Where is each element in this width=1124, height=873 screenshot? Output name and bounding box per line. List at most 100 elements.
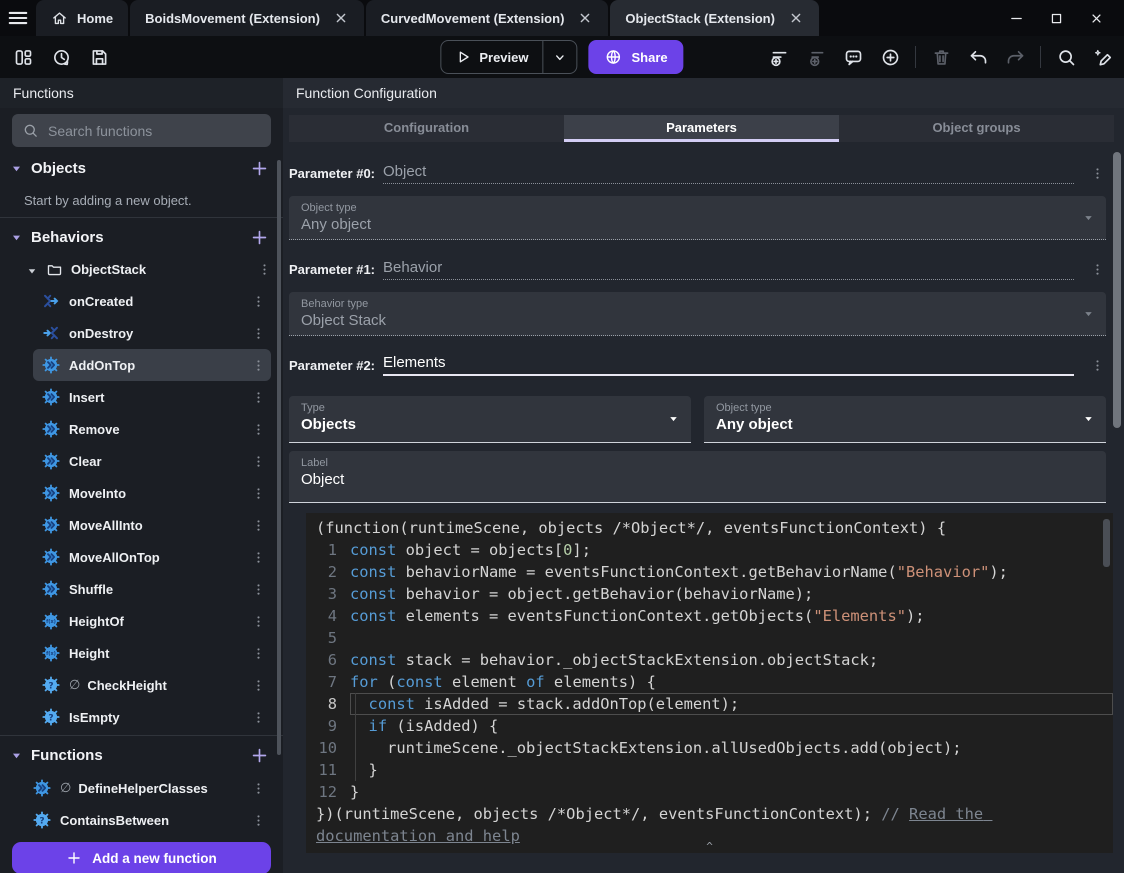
code-line[interactable]: 3 const behavior = object.getBehavior(beh… — [306, 583, 1113, 605]
code-line[interactable]: 10 runtimeScene._objectStackExtension.al… — [306, 737, 1113, 759]
sidebar-item-containsbetween[interactable]: ? ContainsBetween — [24, 804, 271, 836]
kebab-menu-icon[interactable] — [249, 356, 267, 374]
section-header-functions[interactable]: Functions — [0, 738, 283, 772]
add-other-events-icon[interactable] — [875, 42, 905, 72]
kebab-menu-icon[interactable] — [249, 580, 267, 598]
add-behaviors-icon[interactable] — [250, 228, 269, 247]
sidebar-item-moveallontop[interactable]: MoveAllOnTop — [33, 541, 271, 573]
edit-magic-icon[interactable] — [1088, 42, 1118, 72]
kebab-menu-icon[interactable] — [249, 644, 267, 662]
kebab-menu-icon[interactable] — [249, 388, 267, 406]
sidebar-item-moveallinto[interactable]: MoveAllInto — [33, 509, 271, 541]
kebab-menu-icon[interactable] — [249, 811, 267, 829]
add-event-icon[interactable] — [764, 42, 794, 72]
sidebar-item-insert[interactable]: Insert — [33, 381, 271, 413]
sidebar-item-clear[interactable]: Clear — [33, 445, 271, 477]
close-tab-icon[interactable] — [577, 10, 593, 26]
tab-object-groups[interactable]: Object groups — [839, 115, 1114, 142]
behavior-folder-objectstack[interactable]: ObjectStack — [0, 254, 283, 285]
sidebar-item-height[interactable]: f(x) Height — [33, 637, 271, 669]
code-line[interactable]: 2 const behaviorName = eventsFunctionCont… — [306, 561, 1113, 583]
minimize-window-icon[interactable] — [996, 3, 1036, 33]
kebab-menu-icon[interactable] — [249, 292, 267, 310]
code-line[interactable]: 8 const isAdded = stack.addOnTop(element… — [306, 693, 1113, 715]
parameter-name-input[interactable]: Object — [383, 163, 1074, 184]
add-functions-icon[interactable] — [250, 746, 269, 765]
add-comment-icon[interactable] — [838, 42, 868, 72]
tab-objectstack-extension-[interactable]: ObjectStack (Extension) — [610, 0, 819, 36]
sidebar-item-heightof[interactable]: f(x) HeightOf — [33, 605, 271, 637]
dropdown-arrow-icon[interactable] — [1082, 413, 1095, 426]
sidebar-item-isempty[interactable]: ? IsEmpty — [33, 701, 271, 733]
tab-home[interactable]: Home — [36, 0, 129, 36]
sidebar-scrollbar[interactable] — [277, 160, 281, 755]
code-line[interactable]: 9 if (isAdded) { — [306, 715, 1113, 737]
kebab-menu-icon[interactable] — [1088, 260, 1106, 278]
caret-down-icon[interactable] — [10, 749, 23, 762]
history-icon[interactable] — [46, 42, 76, 72]
chevron-down-icon[interactable] — [544, 50, 577, 65]
hamburger-menu-icon[interactable] — [0, 0, 36, 36]
kebab-menu-icon[interactable] — [249, 676, 267, 694]
dropdown-object-type[interactable]: Object type Any object — [704, 396, 1106, 443]
field-label[interactable]: Label Object — [289, 451, 1106, 503]
code-line[interactable]: 6 const stack = behavior._objectStackExte… — [306, 649, 1113, 671]
dropdown-object-type[interactable]: Object type Any object — [289, 196, 1106, 240]
dropdown-behavior-type[interactable]: Behavior type Object Stack — [289, 292, 1106, 336]
kebab-menu-icon[interactable] — [249, 484, 267, 502]
kebab-menu-icon[interactable] — [249, 548, 267, 566]
kebab-menu-icon[interactable] — [249, 324, 267, 342]
search-box[interactable] — [12, 114, 271, 147]
sidebar-item-oncreated[interactable]: onCreated — [33, 285, 271, 317]
section-header-objects[interactable]: Objects — [0, 151, 283, 185]
kebab-menu-icon[interactable] — [249, 452, 267, 470]
search-input[interactable] — [48, 122, 261, 139]
preview-button[interactable]: Preview — [440, 40, 578, 74]
code-line[interactable]: 12} — [306, 781, 1113, 803]
caret-down-icon[interactable] — [26, 264, 38, 276]
dropdown-arrow-icon[interactable] — [1082, 307, 1095, 320]
add-new-function-button[interactable]: Add a new function — [12, 842, 271, 873]
dropdown-arrow-icon[interactable] — [667, 413, 680, 426]
code-line[interactable]: 7 for (const element of elements) { — [306, 671, 1113, 693]
sidebar-item-moveinto[interactable]: MoveInto — [33, 477, 271, 509]
undo-icon[interactable] — [963, 42, 993, 72]
share-button[interactable]: Share — [588, 40, 684, 74]
sidebar-item-ondestroy[interactable]: onDestroy — [33, 317, 271, 349]
editor-scrollbar[interactable] — [1103, 519, 1110, 567]
sidebar-item-shuffle[interactable]: Shuffle — [33, 573, 271, 605]
code-line[interactable]: 1 const object = objects[0]; — [306, 539, 1113, 561]
caret-down-icon[interactable] — [10, 231, 23, 244]
sidebar-item-definehelperclasses[interactable]: ∅ DefineHelperClasses — [24, 772, 271, 804]
code-line[interactable]: 4 const elements = eventsFunctionContext.… — [306, 605, 1113, 627]
dropdown-type[interactable]: Type Objects — [289, 396, 691, 443]
close-window-icon[interactable] — [1076, 3, 1116, 33]
parameter-name-input[interactable]: Elements — [383, 354, 1074, 376]
tab-curvedmovement-extension-[interactable]: CurvedMovement (Extension) — [365, 0, 609, 36]
tab-parameters[interactable]: Parameters — [564, 115, 839, 142]
maximize-window-icon[interactable] — [1036, 3, 1076, 33]
add-objects-icon[interactable] — [250, 159, 269, 178]
save-icon[interactable] — [84, 42, 114, 72]
section-header-behaviors[interactable]: Behaviors — [0, 220, 283, 254]
kebab-menu-icon[interactable] — [1088, 356, 1106, 374]
editor-resize-caret[interactable]: ^ — [706, 841, 713, 852]
kebab-menu-icon[interactable] — [255, 261, 273, 279]
kebab-menu-icon[interactable] — [249, 516, 267, 534]
code-line[interactable]: 11 } — [306, 759, 1113, 781]
dropdown-arrow-icon[interactable] — [1082, 211, 1095, 224]
project-manager-icon[interactable] — [8, 42, 38, 72]
close-tab-icon[interactable] — [788, 10, 804, 26]
kebab-menu-icon[interactable] — [249, 708, 267, 726]
caret-down-icon[interactable] — [10, 162, 23, 175]
sidebar-item-remove[interactable]: Remove — [33, 413, 271, 445]
tab-boidsmovement-extension-[interactable]: BoidsMovement (Extension) — [130, 0, 364, 36]
kebab-menu-icon[interactable] — [249, 612, 267, 630]
code-line[interactable]: 5 — [306, 627, 1113, 649]
close-tab-icon[interactable] — [333, 10, 349, 26]
sidebar-item-addontop[interactable]: AddOnTop — [33, 349, 271, 381]
parameter-name-input[interactable]: Behavior — [383, 259, 1074, 280]
code-editor[interactable]: (function(runtimeScene, objects /*Object… — [306, 513, 1113, 853]
main-scrollbar[interactable] — [1113, 152, 1121, 428]
search-icon[interactable] — [1051, 42, 1081, 72]
